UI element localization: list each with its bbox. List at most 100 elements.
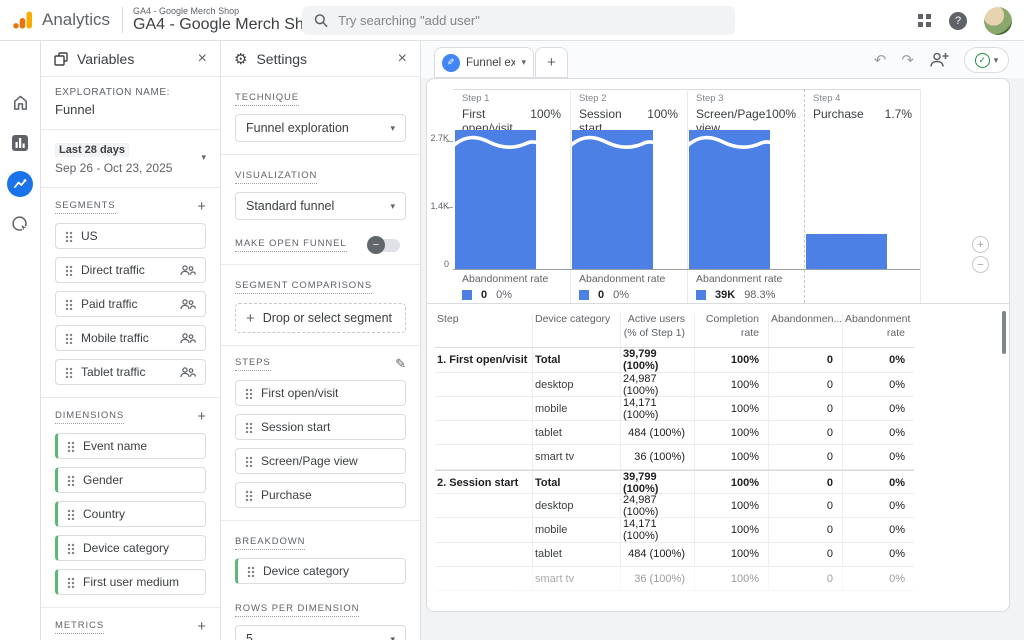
nav-home-icon[interactable]	[0, 93, 40, 112]
dimension-chip-gender[interactable]: Gender	[55, 467, 206, 493]
edit-steps-icon[interactable]: ✎	[395, 356, 406, 372]
share-users-icon[interactable]	[929, 52, 949, 68]
drag-handle-icon[interactable]	[67, 509, 75, 520]
undo-icon[interactable]: ↶	[874, 51, 887, 69]
y-axis-tick-label: 1.4K	[427, 201, 449, 211]
property-selector[interactable]: GA4 - Google Merch Shop GA4 - Google Mer…	[133, 6, 322, 35]
drag-handle-icon[interactable]	[67, 441, 75, 452]
make-open-funnel-label: MAKE OPEN FUNNEL	[235, 238, 347, 252]
chevron-down-icon: ▾	[994, 55, 999, 66]
breakdown-chip-device-category[interactable]: Device category	[235, 558, 406, 584]
drag-handle-icon[interactable]	[65, 333, 73, 344]
date-range-section[interactable]: Last 28 days Sep 26 - Oct 23, 2025 ▾	[41, 130, 220, 188]
chevron-down-icon: ▾	[390, 123, 395, 134]
breakdown-section: BREAKDOWN Device category ROWS PER DIMEN…	[221, 521, 420, 640]
drag-handle-icon[interactable]	[245, 422, 253, 433]
date-preset-chip: Last 28 days	[55, 143, 129, 157]
add-segment-icon[interactable]: +	[197, 198, 206, 215]
drag-handle-icon[interactable]	[67, 475, 75, 486]
date-caret-icon[interactable]: ▾	[201, 152, 206, 163]
zoom-in-icon[interactable]: +	[972, 236, 989, 253]
drag-handle-icon[interactable]	[65, 299, 73, 310]
abandonment-step-3: Abandonment rate 39K98.3%	[687, 273, 804, 301]
add-dimension-icon[interactable]: +	[197, 408, 206, 425]
drop-segment-target[interactable]: + Drop or select segment	[235, 303, 406, 333]
segment-chip-mobile-traffic[interactable]: Mobile traffic	[55, 325, 206, 351]
variables-title: Variables	[77, 51, 189, 67]
close-settings-icon[interactable]: ×	[398, 50, 407, 68]
help-icon[interactable]: ?	[949, 12, 967, 30]
table-row: desktop24,987 (100%)100%00%	[435, 373, 914, 397]
drag-handle-icon[interactable]	[65, 231, 73, 242]
step-chip-first-open-visit[interactable]: First open/visit	[235, 380, 406, 406]
visualization-section: VISUALIZATION Standard funnel ▾ MAKE OPE…	[221, 155, 420, 265]
table-row: smart tv36 (100%)100%00%	[435, 567, 914, 591]
funnel-bar-step-3[interactable]	[689, 130, 770, 269]
drag-handle-icon[interactable]	[65, 367, 73, 378]
funnel-bar-step-1[interactable]	[455, 130, 536, 269]
legend-swatch	[696, 290, 706, 300]
segment-chip-tablet-traffic[interactable]: Tablet traffic	[55, 359, 206, 385]
funnel-bar-step-4[interactable]	[806, 234, 887, 269]
drag-handle-icon[interactable]	[245, 388, 253, 399]
zoom-out-icon[interactable]: −	[972, 256, 989, 273]
funnel-data-table: Step Device category Active users(% of S…	[427, 304, 1009, 611]
dimension-chip-device-category[interactable]: Device category	[55, 535, 206, 561]
segment-chip-paid-traffic[interactable]: Paid traffic	[55, 291, 206, 317]
technique-select[interactable]: Funnel exploration ▾	[235, 114, 406, 142]
tab-funnel-exploration[interactable]: ✎ Funnel explor... ▾	[434, 47, 534, 78]
step-chip-session-start[interactable]: Session start	[235, 414, 406, 440]
add-metric-icon[interactable]: +	[197, 618, 206, 635]
search-icon	[314, 13, 328, 28]
x-axis-line	[453, 269, 920, 270]
analytics-logo[interactable]: Analytics	[13, 10, 110, 30]
search-bar[interactable]	[302, 6, 735, 35]
dimension-chip-first-user-medium[interactable]: First user medium	[55, 569, 206, 595]
saved-status-button[interactable]: ✓ ▾	[964, 47, 1009, 73]
drag-handle-icon[interactable]	[67, 577, 75, 588]
rows-per-dimension-select[interactable]: 5 ▾	[235, 625, 406, 640]
segments-section: SEGMENTS + US Direct traffic Paid traffi…	[41, 188, 220, 398]
nav-reports-icon[interactable]	[0, 134, 40, 152]
nav-advertising-icon[interactable]	[0, 215, 40, 234]
redo-icon[interactable]: ↷	[901, 51, 914, 69]
step-chip-purchase[interactable]: Purchase	[235, 482, 406, 508]
step-chip-screen-page-view[interactable]: Screen/Page view	[235, 448, 406, 474]
table-row: 2. Session startTotal39,799 (100%)100%00…	[435, 470, 914, 494]
exploration-name-label: EXPLORATION NAME:	[55, 87, 206, 98]
segment-chip-direct-traffic[interactable]: Direct traffic	[55, 257, 206, 283]
people-icon	[180, 367, 196, 378]
product-name: Analytics	[42, 10, 110, 30]
funnel-step-header-3: Step 3 Screen/Page view100%	[687, 93, 804, 127]
tab-caret-icon[interactable]: ▾	[521, 57, 526, 68]
drag-handle-icon[interactable]	[67, 543, 75, 554]
exploration-name-value[interactable]: Funnel	[55, 102, 206, 117]
chevron-down-icon: ▾	[390, 634, 395, 640]
drag-handle-icon[interactable]	[245, 456, 253, 467]
rows-per-dimension-label: ROWS PER DIMENSION	[235, 603, 359, 617]
drag-handle-icon[interactable]	[65, 265, 73, 276]
visualization-select[interactable]: Standard funnel ▾	[235, 192, 406, 220]
steps-section: STEPS ✎ First open/visit Session start S…	[221, 346, 420, 521]
table-scrollbar[interactable]	[1002, 311, 1006, 354]
avatar[interactable]	[984, 7, 1012, 35]
funnel-bar-step-2[interactable]	[572, 130, 653, 269]
segment-chip-us[interactable]: US	[55, 223, 206, 249]
nav-rail: ⚙	[0, 41, 41, 640]
apps-grid-icon[interactable]	[918, 14, 932, 28]
people-icon	[180, 299, 196, 310]
drag-handle-icon[interactable]	[247, 566, 255, 577]
segments-label: SEGMENTS	[55, 200, 116, 214]
close-variables-icon[interactable]: ×	[198, 50, 207, 68]
make-open-funnel-toggle[interactable]: −	[370, 239, 400, 252]
dimensions-section: DIMENSIONS + Event name Gender Country D…	[41, 398, 220, 608]
variables-icon	[54, 52, 68, 66]
funnel-step-header-1: Step 1 First open/visit100%	[453, 93, 570, 127]
add-tab-button[interactable]: +	[535, 47, 568, 78]
dimension-chip-event-name[interactable]: Event name	[55, 433, 206, 459]
breakdown-label: BREAKDOWN	[235, 536, 305, 550]
search-input[interactable]	[338, 13, 723, 28]
dimension-chip-country[interactable]: Country	[55, 501, 206, 527]
nav-explore-icon-active[interactable]	[0, 171, 40, 197]
drag-handle-icon[interactable]	[245, 490, 253, 501]
